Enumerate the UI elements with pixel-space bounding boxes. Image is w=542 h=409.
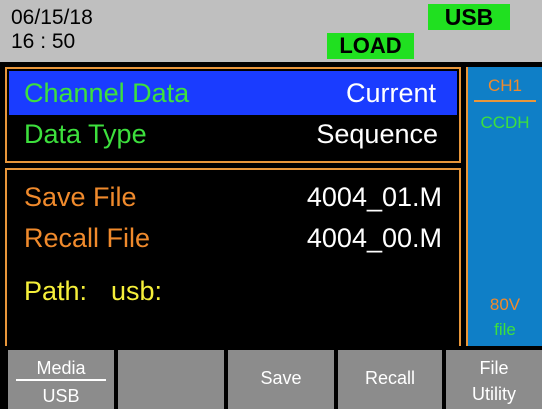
media-softkey-value: USB xyxy=(42,386,80,406)
recall-softkey[interactable]: Recall xyxy=(338,350,442,409)
file-panel: Save File 4004_01.M Recall File 4004_00.… xyxy=(5,168,461,346)
save-softkey-label: Save xyxy=(260,368,302,388)
channel-label: CH1 xyxy=(487,76,522,95)
channel-source: file xyxy=(494,320,516,339)
status-bar: 06/15/18 16 : 50 USB LOAD xyxy=(0,0,542,62)
channel-status-column: CH1 CCDH 80V file xyxy=(466,67,542,346)
channel-data-row[interactable]: Channel Data Current xyxy=(9,71,457,115)
channel-data-label: Channel Data xyxy=(24,78,190,108)
softkey-bar: Media USB Save Recall File Utility xyxy=(0,346,542,409)
file-utility-softkey-bottom: Utility xyxy=(472,384,516,404)
load-badge: LOAD xyxy=(327,33,414,59)
usb-badge: USB xyxy=(428,4,510,30)
channel-data-value: Current xyxy=(345,78,436,108)
media-softkey-title: Media xyxy=(36,358,86,378)
save-file-label: Save File xyxy=(24,182,137,212)
time-readout: 16 : 50 xyxy=(11,30,76,53)
channel-divider xyxy=(474,100,536,102)
file-utility-softkey[interactable]: File Utility xyxy=(446,350,542,409)
data-settings-panel: Channel Data Current Data Type Sequence xyxy=(5,67,461,163)
channel-mode: CCDH xyxy=(480,113,530,132)
instrument-screen: 06/15/18 16 : 50 USB LOAD Channel Data C… xyxy=(0,0,542,409)
path-value: usb: xyxy=(111,276,163,306)
data-type-label: Data Type xyxy=(24,119,147,149)
blank-softkey[interactable] xyxy=(118,350,224,409)
recall-file-label: Recall File xyxy=(24,223,151,253)
media-softkey-divider xyxy=(16,379,106,381)
save-softkey[interactable]: Save xyxy=(228,350,334,409)
date-readout: 06/15/18 xyxy=(11,6,93,29)
path-label: Path: xyxy=(24,276,88,306)
media-softkey[interactable]: Media USB xyxy=(8,350,114,409)
data-type-value: Sequence xyxy=(316,119,438,149)
channel-voltage: 80V xyxy=(489,295,521,314)
file-utility-softkey-top: File xyxy=(479,358,509,378)
recall-softkey-label: Recall xyxy=(364,368,416,388)
save-file-value: 4004_01.M xyxy=(306,182,442,212)
recall-file-value: 4004_00.M xyxy=(306,223,442,253)
